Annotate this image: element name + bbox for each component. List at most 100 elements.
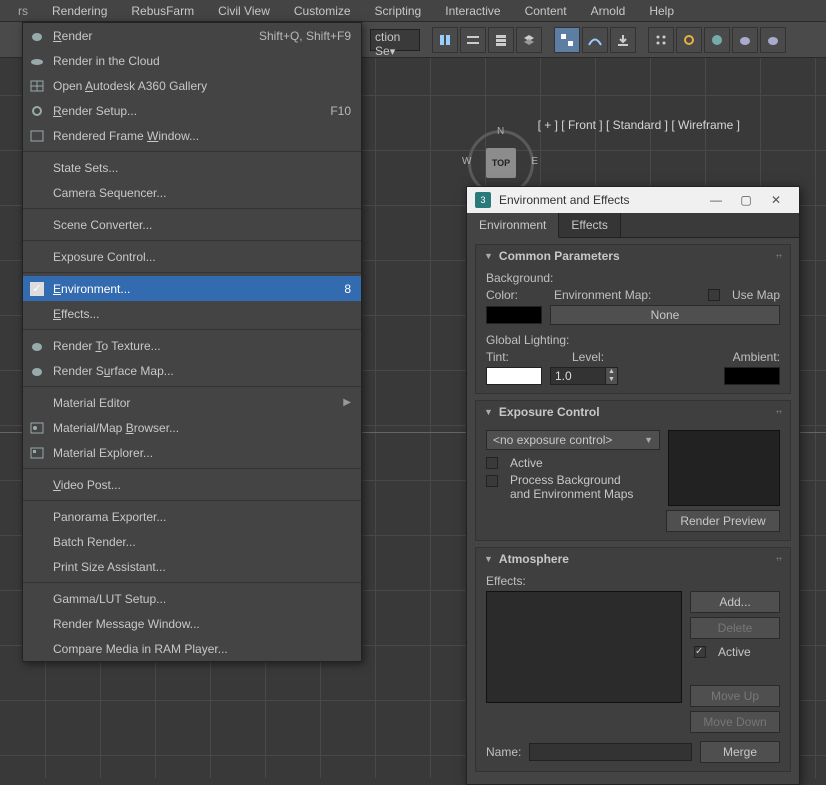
menu-item-scripting[interactable]: Scripting bbox=[363, 1, 434, 21]
tool-align-icon[interactable] bbox=[460, 27, 486, 53]
tool-gear-icon[interactable] bbox=[676, 27, 702, 53]
menu-item-civilview[interactable]: Civil View bbox=[206, 1, 282, 21]
atmosphere-active-checkbox[interactable] bbox=[694, 646, 706, 658]
background-color-swatch[interactable] bbox=[486, 306, 542, 324]
menu-item[interactable]: Compare Media in RAM Player... bbox=[23, 636, 361, 661]
process-bg-label-2: and Environment Maps bbox=[510, 487, 633, 501]
menu-item-help[interactable]: Help bbox=[637, 1, 686, 21]
spinner-arrows-icon[interactable]: ▲▼ bbox=[606, 367, 618, 385]
section-header-common[interactable]: ▼ Common Parameters bbox=[476, 245, 790, 267]
menu-item[interactable]: Material Explorer... bbox=[23, 440, 361, 465]
menu-item[interactable]: Print Size Assistant... bbox=[23, 554, 361, 579]
menu-item-label: State Sets... bbox=[47, 161, 351, 175]
menu-item-label: Video Post... bbox=[47, 478, 351, 492]
menu-item[interactable]: Render To Texture... bbox=[23, 333, 361, 358]
viewport-label[interactable]: [ + ] [ Front ] [ Standard ] [ Wireframe… bbox=[538, 118, 740, 132]
menu-item-rendering[interactable]: Rendering bbox=[40, 1, 119, 21]
merge-button[interactable]: Merge bbox=[700, 741, 780, 763]
menu-item[interactable]: Render in the Cloud bbox=[23, 48, 361, 73]
menu-item[interactable]: Open Autodesk A360 Gallery bbox=[23, 73, 361, 98]
tool-material-icon[interactable] bbox=[704, 27, 730, 53]
menu-item-rebusfarm[interactable]: RebusFarm bbox=[119, 1, 206, 21]
envmap-slot-button[interactable]: None bbox=[550, 305, 780, 325]
menu-item[interactable]: Material Editor▶ bbox=[23, 390, 361, 415]
menu-item[interactable]: Video Post... bbox=[23, 472, 361, 497]
movedown-button[interactable]: Move Down bbox=[690, 711, 780, 733]
menu-item[interactable]: Rendered Frame Window... bbox=[23, 123, 361, 148]
effects-label: Effects: bbox=[486, 574, 780, 588]
menu-item-customize[interactable]: Customize bbox=[282, 1, 363, 21]
tab-effects[interactable]: Effects bbox=[559, 213, 620, 237]
tab-environment[interactable]: Environment bbox=[467, 213, 559, 238]
tool-teapot-frame-icon[interactable] bbox=[760, 27, 786, 53]
drag-handle-icon[interactable] bbox=[776, 410, 782, 414]
tool-teapot-render-icon[interactable] bbox=[732, 27, 758, 53]
level-spinner[interactable]: ▲▼ bbox=[550, 367, 618, 385]
delete-button[interactable]: Delete bbox=[690, 617, 780, 639]
gear-icon bbox=[27, 105, 47, 117]
menu-item[interactable]: Panorama Exporter... bbox=[23, 504, 361, 529]
process-bg-label-1: Process Background bbox=[510, 473, 633, 487]
menu-item-label: Material Explorer... bbox=[47, 446, 351, 460]
minimize-button[interactable]: — bbox=[701, 193, 731, 207]
tool-layers-icon[interactable] bbox=[488, 27, 514, 53]
tool-particles-icon[interactable] bbox=[648, 27, 674, 53]
name-input[interactable] bbox=[529, 743, 692, 761]
menu-item[interactable]: Material/Map Browser... bbox=[23, 415, 361, 440]
close-button[interactable]: ✕ bbox=[761, 193, 791, 207]
menu-item-label: Render Message Window... bbox=[47, 617, 351, 631]
menu-item[interactable]: Gamma/LUT Setup... bbox=[23, 586, 361, 611]
menu-item[interactable]: RenderShift+Q, Shift+F9 bbox=[23, 23, 361, 48]
environment-dialog: 3 Environment and Effects — ▢ ✕ Environm… bbox=[466, 186, 800, 785]
submenu-arrow-icon: ▶ bbox=[343, 397, 351, 408]
level-input[interactable] bbox=[550, 367, 606, 385]
ambient-color-swatch[interactable] bbox=[724, 367, 780, 385]
menu-item[interactable]: ✓Environment...8 bbox=[23, 276, 361, 301]
menu-shortcut: F10 bbox=[330, 104, 351, 118]
section-header-atmosphere[interactable]: ▼ Atmosphere bbox=[476, 548, 790, 570]
menu-item-label: Panorama Exporter... bbox=[47, 510, 351, 524]
tool-stack-icon[interactable] bbox=[516, 27, 542, 53]
viewcube-w: W bbox=[462, 156, 471, 167]
menu-item-content[interactable]: Content bbox=[513, 1, 579, 21]
menu-item[interactable]: Render Message Window... bbox=[23, 611, 361, 636]
selection-set-dropdown[interactable]: ction Se▾ bbox=[370, 29, 420, 51]
menu-item[interactable]: Render Setup...F10 bbox=[23, 98, 361, 123]
menu-item[interactable]: Scene Converter... bbox=[23, 212, 361, 237]
section-header-exposure[interactable]: ▼ Exposure Control bbox=[476, 401, 790, 423]
tool-curve-icon[interactable] bbox=[582, 27, 608, 53]
drag-handle-icon[interactable] bbox=[776, 557, 782, 561]
usemap-checkbox[interactable] bbox=[708, 289, 720, 301]
tint-label: Tint: bbox=[486, 350, 564, 364]
add-button[interactable]: Add... bbox=[690, 591, 780, 613]
menu-item-label: Exposure Control... bbox=[47, 250, 351, 264]
menu-item-label: Rendered Frame Window... bbox=[47, 129, 351, 143]
menubar: rs Rendering RebusFarm Civil View Custom… bbox=[0, 0, 826, 22]
menu-item[interactable]: Exposure Control... bbox=[23, 244, 361, 269]
tint-color-swatch[interactable] bbox=[486, 367, 542, 385]
moveup-button[interactable]: Move Up bbox=[690, 685, 780, 707]
viewcube-e: E bbox=[531, 156, 538, 167]
menu-item-truncated[interactable]: rs bbox=[6, 1, 40, 21]
menu-item[interactable]: Effects... bbox=[23, 301, 361, 326]
tool-schematic-icon[interactable] bbox=[554, 27, 580, 53]
viewcube-face[interactable]: TOP bbox=[486, 148, 516, 178]
menu-item-label: Render Setup... bbox=[47, 104, 330, 118]
menu-item-label: Render To Texture... bbox=[47, 339, 351, 353]
exposure-type-select[interactable]: <no exposure control> ▼ bbox=[486, 430, 660, 450]
menu-item[interactable]: Camera Sequencer... bbox=[23, 180, 361, 205]
menu-item[interactable]: State Sets... bbox=[23, 155, 361, 180]
menu-item-interactive[interactable]: Interactive bbox=[433, 1, 512, 21]
menu-item[interactable]: Render Surface Map... bbox=[23, 358, 361, 383]
dialog-titlebar[interactable]: 3 Environment and Effects — ▢ ✕ bbox=[467, 187, 799, 213]
envmap-label: Environment Map: bbox=[554, 288, 700, 302]
collapse-icon: ▼ bbox=[484, 554, 493, 564]
render-preview-button[interactable]: Render Preview bbox=[666, 510, 780, 532]
menu-item[interactable]: Batch Render... bbox=[23, 529, 361, 554]
maximize-button[interactable]: ▢ bbox=[731, 193, 761, 207]
effects-list[interactable] bbox=[486, 591, 682, 703]
menu-item-arnold[interactable]: Arnold bbox=[579, 1, 638, 21]
tool-download-icon[interactable] bbox=[610, 27, 636, 53]
drag-handle-icon[interactable] bbox=[776, 254, 782, 258]
tool-mirror-icon[interactable] bbox=[432, 27, 458, 53]
